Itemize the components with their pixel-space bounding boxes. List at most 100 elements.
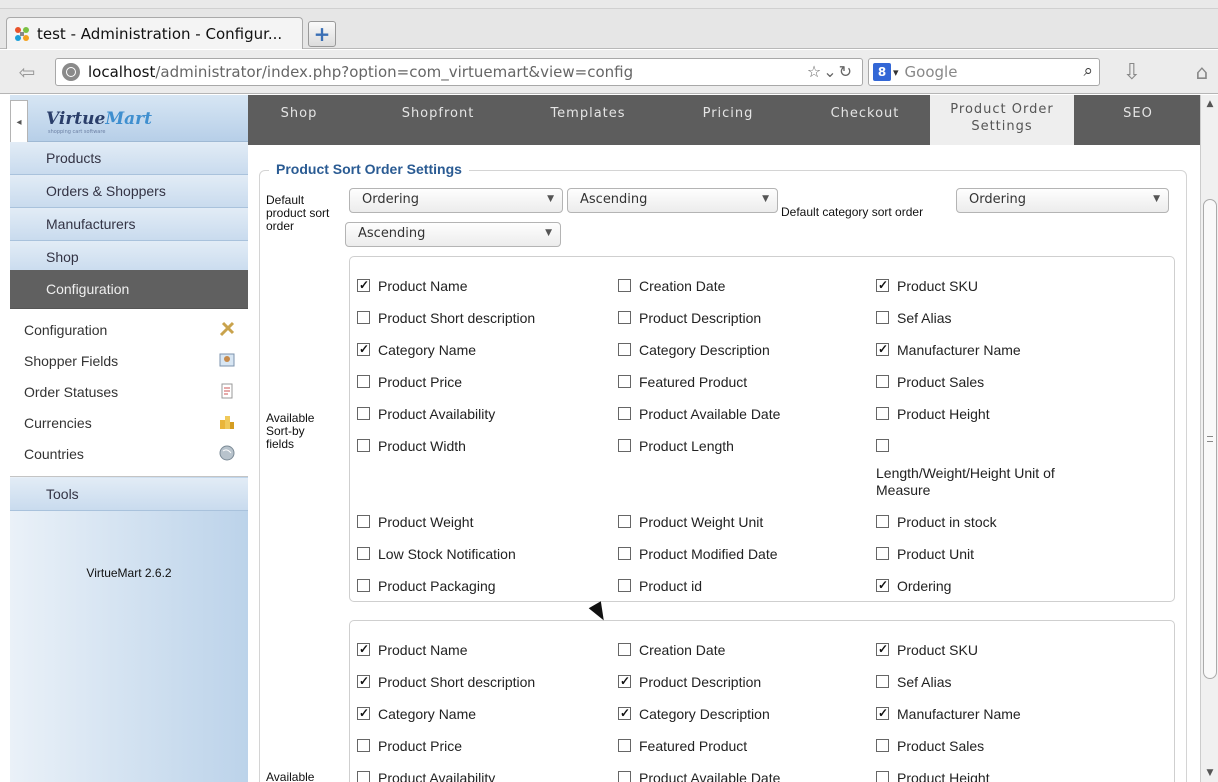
checkbox-box[interactable] <box>618 547 631 560</box>
checkbox-box[interactable] <box>357 515 370 528</box>
default-category-sort-field-select[interactable]: Ordering ▼ <box>956 188 1169 213</box>
search-engine-icon[interactable]: 8 <box>873 63 891 81</box>
search-field-checkbox[interactable]: Product Name <box>357 642 467 659</box>
page-scrollbar[interactable]: ▲ ▼ <box>1200 95 1218 782</box>
dropdown-icon[interactable]: ⌄ <box>823 62 838 81</box>
checkbox-box[interactable] <box>876 739 889 752</box>
checkbox-box[interactable] <box>357 579 370 592</box>
sortby-field-checkbox[interactable]: Product Unit <box>876 546 974 563</box>
sortby-field-checkbox[interactable]: Product Weight <box>357 514 473 531</box>
sidebar-item-configuration[interactable]: Configuration <box>10 270 248 309</box>
checkbox-box[interactable] <box>357 343 370 356</box>
virtuemart-logo[interactable]: VirtueMart <box>46 109 152 129</box>
new-tab-button[interactable]: + <box>308 21 336 47</box>
sortby-field-checkbox[interactable]: Sef Alias <box>876 310 951 327</box>
checkbox-box[interactable] <box>357 547 370 560</box>
url-bar-icons[interactable]: ☆⌄↻ <box>807 62 854 81</box>
submenu-item-currencies[interactable]: Currencies <box>10 407 248 438</box>
submenu-item-shopper-fields[interactable]: Shopper Fields <box>10 345 248 376</box>
checkbox-box[interactable] <box>357 675 370 688</box>
default-product-sort-field-select[interactable]: Ordering ▼ <box>349 188 563 213</box>
search-field-checkbox[interactable]: Product Price <box>357 738 462 755</box>
sidebar-item-orders-shoppers[interactable]: Orders & Shoppers <box>10 175 248 208</box>
checkbox-box[interactable] <box>357 739 370 752</box>
sortby-field-checkbox[interactable]: Product SKU <box>876 278 978 295</box>
checkbox-box[interactable] <box>618 375 631 388</box>
url-bar[interactable]: localhost/administrator/index.php?option… <box>55 58 863 86</box>
checkbox-box[interactable] <box>618 407 631 420</box>
back-button[interactable]: ⇦ <box>13 59 41 85</box>
checkbox-box[interactable] <box>357 439 370 452</box>
home-button[interactable]: ⌂ <box>1188 59 1216 85</box>
checkbox-box[interactable] <box>357 279 370 292</box>
checkbox-box[interactable] <box>357 375 370 388</box>
checkbox-box[interactable] <box>876 547 889 560</box>
checkbox-box[interactable] <box>876 375 889 388</box>
search-field-checkbox[interactable]: Product Height <box>876 770 990 782</box>
checkbox-box[interactable] <box>618 675 631 688</box>
sortby-field-checkbox[interactable]: Category Name <box>357 342 476 359</box>
search-field-checkbox[interactable]: Product SKU <box>876 642 978 659</box>
checkbox-box[interactable] <box>618 311 631 324</box>
submenu-item-countries[interactable]: Countries <box>10 438 248 469</box>
search-field-checkbox[interactable]: Sef Alias <box>876 674 951 691</box>
sidebar-item-tools[interactable]: Tools <box>10 478 248 511</box>
checkbox-box[interactable] <box>876 311 889 324</box>
sortby-field-checkbox[interactable]: Product Length <box>618 438 734 455</box>
checkbox-box[interactable] <box>618 579 631 592</box>
submenu-item-order-statuses[interactable]: Order Statuses <box>10 376 248 407</box>
tab-shopfront[interactable]: Shopfront <box>378 95 498 145</box>
checkbox-box[interactable] <box>876 675 889 688</box>
checkbox-box[interactable] <box>618 707 631 720</box>
default-product-sort-direction-select[interactable]: Ascending ▼ <box>567 188 778 213</box>
sortby-field-checkbox[interactable]: Product Height <box>876 406 990 423</box>
sortby-field-checkbox[interactable]: Product Short description <box>357 310 535 327</box>
checkbox-box[interactable] <box>876 643 889 656</box>
sortby-field-checkbox[interactable]: Featured Product <box>618 374 747 391</box>
sortby-field-checkbox[interactable]: Creation Date <box>618 278 725 295</box>
sortby-field-checkbox[interactable]: Product Packaging <box>357 578 496 595</box>
engine-dropdown-icon[interactable]: ▾ <box>893 66 899 79</box>
checkbox-box[interactable] <box>357 771 370 782</box>
search-field-checkbox[interactable]: Product Available Date <box>618 770 780 782</box>
checkbox-box[interactable] <box>618 439 631 452</box>
sortby-field-checkbox[interactable]: Product id <box>618 578 702 595</box>
checkbox-box[interactable] <box>876 579 889 592</box>
checkbox-box[interactable] <box>618 515 631 528</box>
checkbox-box[interactable] <box>876 407 889 420</box>
checkbox-box[interactable] <box>618 643 631 656</box>
checkbox-box[interactable] <box>876 439 889 452</box>
scroll-thumb[interactable] <box>1203 199 1217 679</box>
scroll-down-arrow-icon[interactable]: ▼ <box>1203 766 1217 780</box>
reload-icon[interactable]: ↻ <box>839 62 854 81</box>
search-bar[interactable]: 8 ▾ Google ⌕ <box>868 58 1100 86</box>
sortby-field-checkbox[interactable]: Length/Weight/Height Unit of Measure <box>876 438 1076 499</box>
sortby-field-checkbox[interactable]: Product Modified Date <box>618 546 778 563</box>
search-field-checkbox[interactable]: Product Description <box>618 674 761 691</box>
tab-templates[interactable]: Templates <box>530 95 646 145</box>
download-button[interactable]: ⇩ <box>1118 59 1146 85</box>
default-category-sort-direction-select[interactable]: Ascending ▼ <box>345 222 561 247</box>
checkbox-box[interactable] <box>357 643 370 656</box>
checkbox-box[interactable] <box>357 407 370 420</box>
search-icon[interactable]: ⌕ <box>1083 61 1093 81</box>
search-field-checkbox[interactable]: Manufacturer Name <box>876 706 1021 723</box>
checkbox-box[interactable] <box>618 343 631 356</box>
collapse-sidebar-button[interactable]: ◂ <box>10 100 28 144</box>
sortby-field-checkbox[interactable]: Product Availability <box>357 406 495 423</box>
checkbox-box[interactable] <box>618 739 631 752</box>
scroll-up-arrow-icon[interactable]: ▲ <box>1203 97 1217 111</box>
search-field-checkbox[interactable]: Product Availability <box>357 770 495 782</box>
sidebar-item-manufacturers[interactable]: Manufacturers <box>10 208 248 241</box>
checkbox-box[interactable] <box>357 707 370 720</box>
tab-shop[interactable]: Shop <box>248 95 350 145</box>
sortby-field-checkbox[interactable]: Product Description <box>618 310 761 327</box>
sortby-field-checkbox[interactable]: Product Name <box>357 278 467 295</box>
sortby-field-checkbox[interactable]: Ordering <box>876 578 951 595</box>
sortby-field-checkbox[interactable]: Manufacturer Name <box>876 342 1021 359</box>
search-field-checkbox[interactable]: Category Name <box>357 706 476 723</box>
checkbox-box[interactable] <box>876 343 889 356</box>
search-field-checkbox[interactable]: Creation Date <box>618 642 725 659</box>
sortby-field-checkbox[interactable]: Product Price <box>357 374 462 391</box>
checkbox-box[interactable] <box>876 707 889 720</box>
